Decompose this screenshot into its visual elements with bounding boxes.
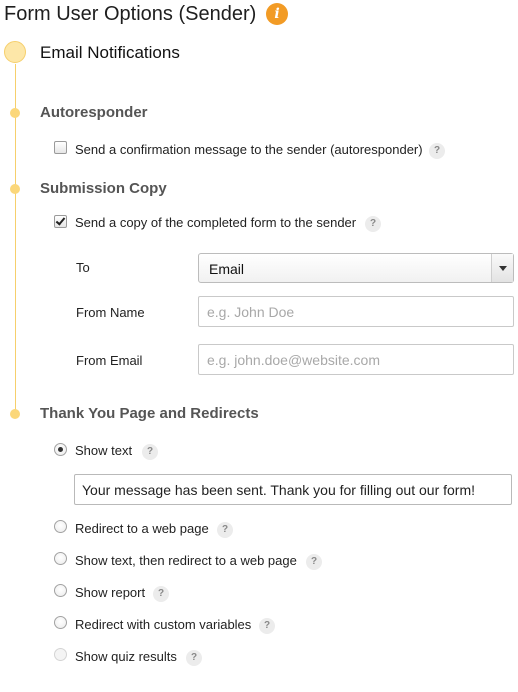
submission-copy-checkbox[interactable]	[54, 215, 67, 228]
autoresponder-heading: Autoresponder	[40, 104, 148, 121]
timeline-dot-autoresponder	[10, 108, 20, 118]
redirect-custom-variables-label[interactable]: Redirect with custom variables	[75, 617, 251, 633]
show-text-then-redirect-label[interactable]: Show text, then redirect to a web page	[75, 553, 297, 569]
radio-redirect-web-page[interactable]	[54, 520, 67, 533]
from-email-label: From Email	[76, 353, 143, 368]
help-icon[interactable]: ?	[306, 554, 322, 570]
help-icon[interactable]: ?	[365, 216, 381, 232]
radio-show-report[interactable]	[54, 584, 67, 597]
radio-redirect-custom-variables[interactable]	[54, 616, 67, 629]
help-icon[interactable]: ?	[142, 444, 158, 460]
autoresponder-checkbox-label[interactable]: Send a confirmation message to the sende…	[75, 142, 423, 158]
help-icon[interactable]: ?	[217, 522, 233, 538]
show-report-label[interactable]: Show report	[75, 585, 145, 601]
info-icon[interactable]: i	[266, 3, 288, 25]
from-name-label: From Name	[76, 305, 145, 320]
thank-you-heading: Thank You Page and Redirects	[40, 405, 259, 422]
timeline-dot-submission-copy	[10, 184, 20, 194]
chevron-down-icon	[499, 266, 507, 271]
autoresponder-checkbox[interactable]	[54, 141, 67, 154]
page-title: Form User Options (Sender)	[4, 3, 257, 25]
show-quiz-results-label: Show quiz results	[75, 649, 177, 664]
to-label: To	[76, 260, 90, 275]
to-select-value: Email	[209, 261, 245, 277]
help-icon[interactable]: ?	[259, 618, 275, 634]
show-text-label[interactable]: Show text	[75, 443, 132, 459]
to-select[interactable]: Email	[198, 253, 514, 283]
submission-copy-heading: Submission Copy	[40, 180, 167, 197]
help-icon[interactable]: ?	[153, 586, 169, 602]
radio-show-text[interactable]	[54, 443, 67, 456]
from-name-input[interactable]	[198, 296, 514, 327]
thank-you-message-input[interactable]	[74, 474, 512, 505]
dropdown-toggle[interactable]	[491, 254, 513, 282]
redirect-web-page-label[interactable]: Redirect to a web page	[75, 521, 209, 537]
submission-copy-checkbox-label[interactable]: Send a copy of the completed form to the…	[75, 215, 356, 231]
radio-show-quiz-results	[54, 648, 67, 661]
section-heading: Email Notifications	[40, 43, 180, 62]
timeline-dot-thank-you	[10, 409, 20, 419]
radio-show-text-then-redirect[interactable]	[54, 552, 67, 565]
from-email-input[interactable]	[198, 344, 514, 375]
section-marker	[4, 41, 26, 63]
help-icon[interactable]: ?	[429, 143, 445, 159]
help-icon[interactable]: ?	[186, 650, 202, 666]
